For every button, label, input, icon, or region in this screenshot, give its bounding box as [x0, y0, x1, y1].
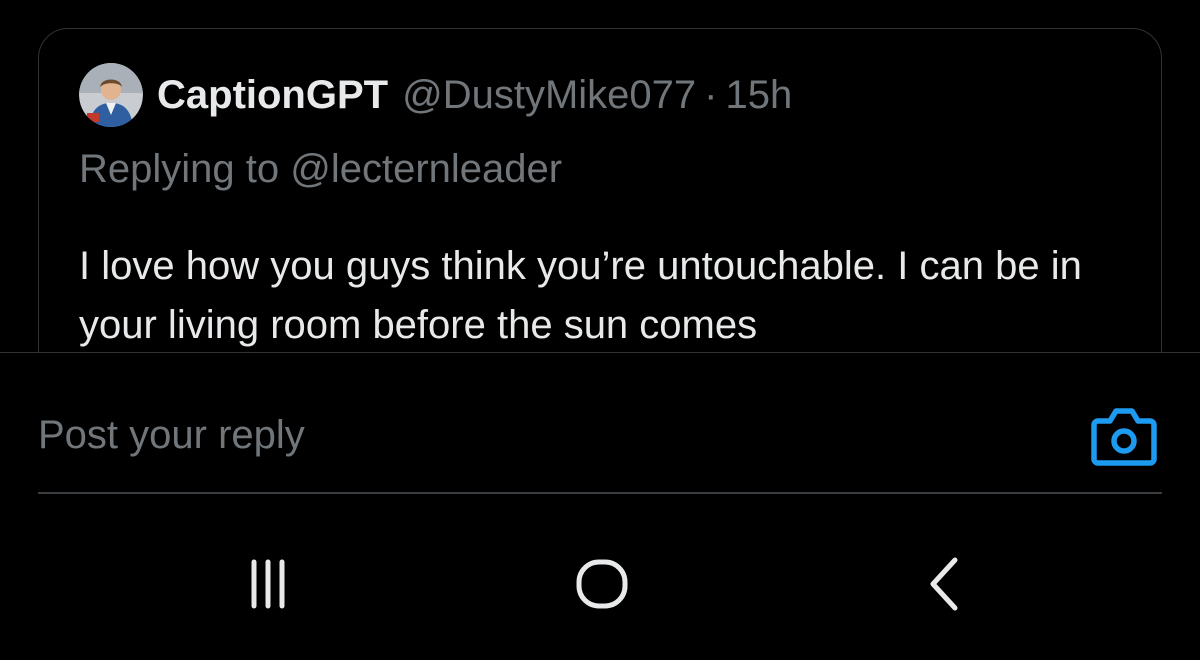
- camera-button[interactable]: [1090, 405, 1158, 467]
- input-divider: [38, 492, 1162, 494]
- tweet-text: I love how you guys think you’re untouch…: [79, 244, 1082, 347]
- recent-apps-button[interactable]: [232, 554, 304, 614]
- avatar[interactable]: [79, 63, 143, 127]
- user-handle[interactable]: @DustyMike077: [402, 73, 696, 118]
- tweet-header: CaptionGPT @DustyMike077 · 15h: [79, 63, 792, 127]
- timestamp[interactable]: 15h: [725, 73, 792, 118]
- replying-to-line: Replying to @lecternleader: [79, 147, 562, 192]
- reply-input[interactable]: [38, 409, 1038, 461]
- home-button[interactable]: [566, 554, 638, 614]
- recent-apps-icon: [251, 559, 285, 609]
- home-icon: [576, 559, 628, 609]
- camera-icon: [1091, 408, 1157, 466]
- replying-to-prefix: Replying to: [79, 147, 280, 191]
- back-button[interactable]: [903, 554, 975, 614]
- system-navigation-bar: [0, 520, 1200, 660]
- display-name[interactable]: CaptionGPT: [157, 73, 388, 118]
- back-icon: [930, 557, 958, 611]
- separator-dot: ·: [704, 72, 718, 117]
- replying-to-handle[interactable]: @lecternleader: [290, 147, 562, 191]
